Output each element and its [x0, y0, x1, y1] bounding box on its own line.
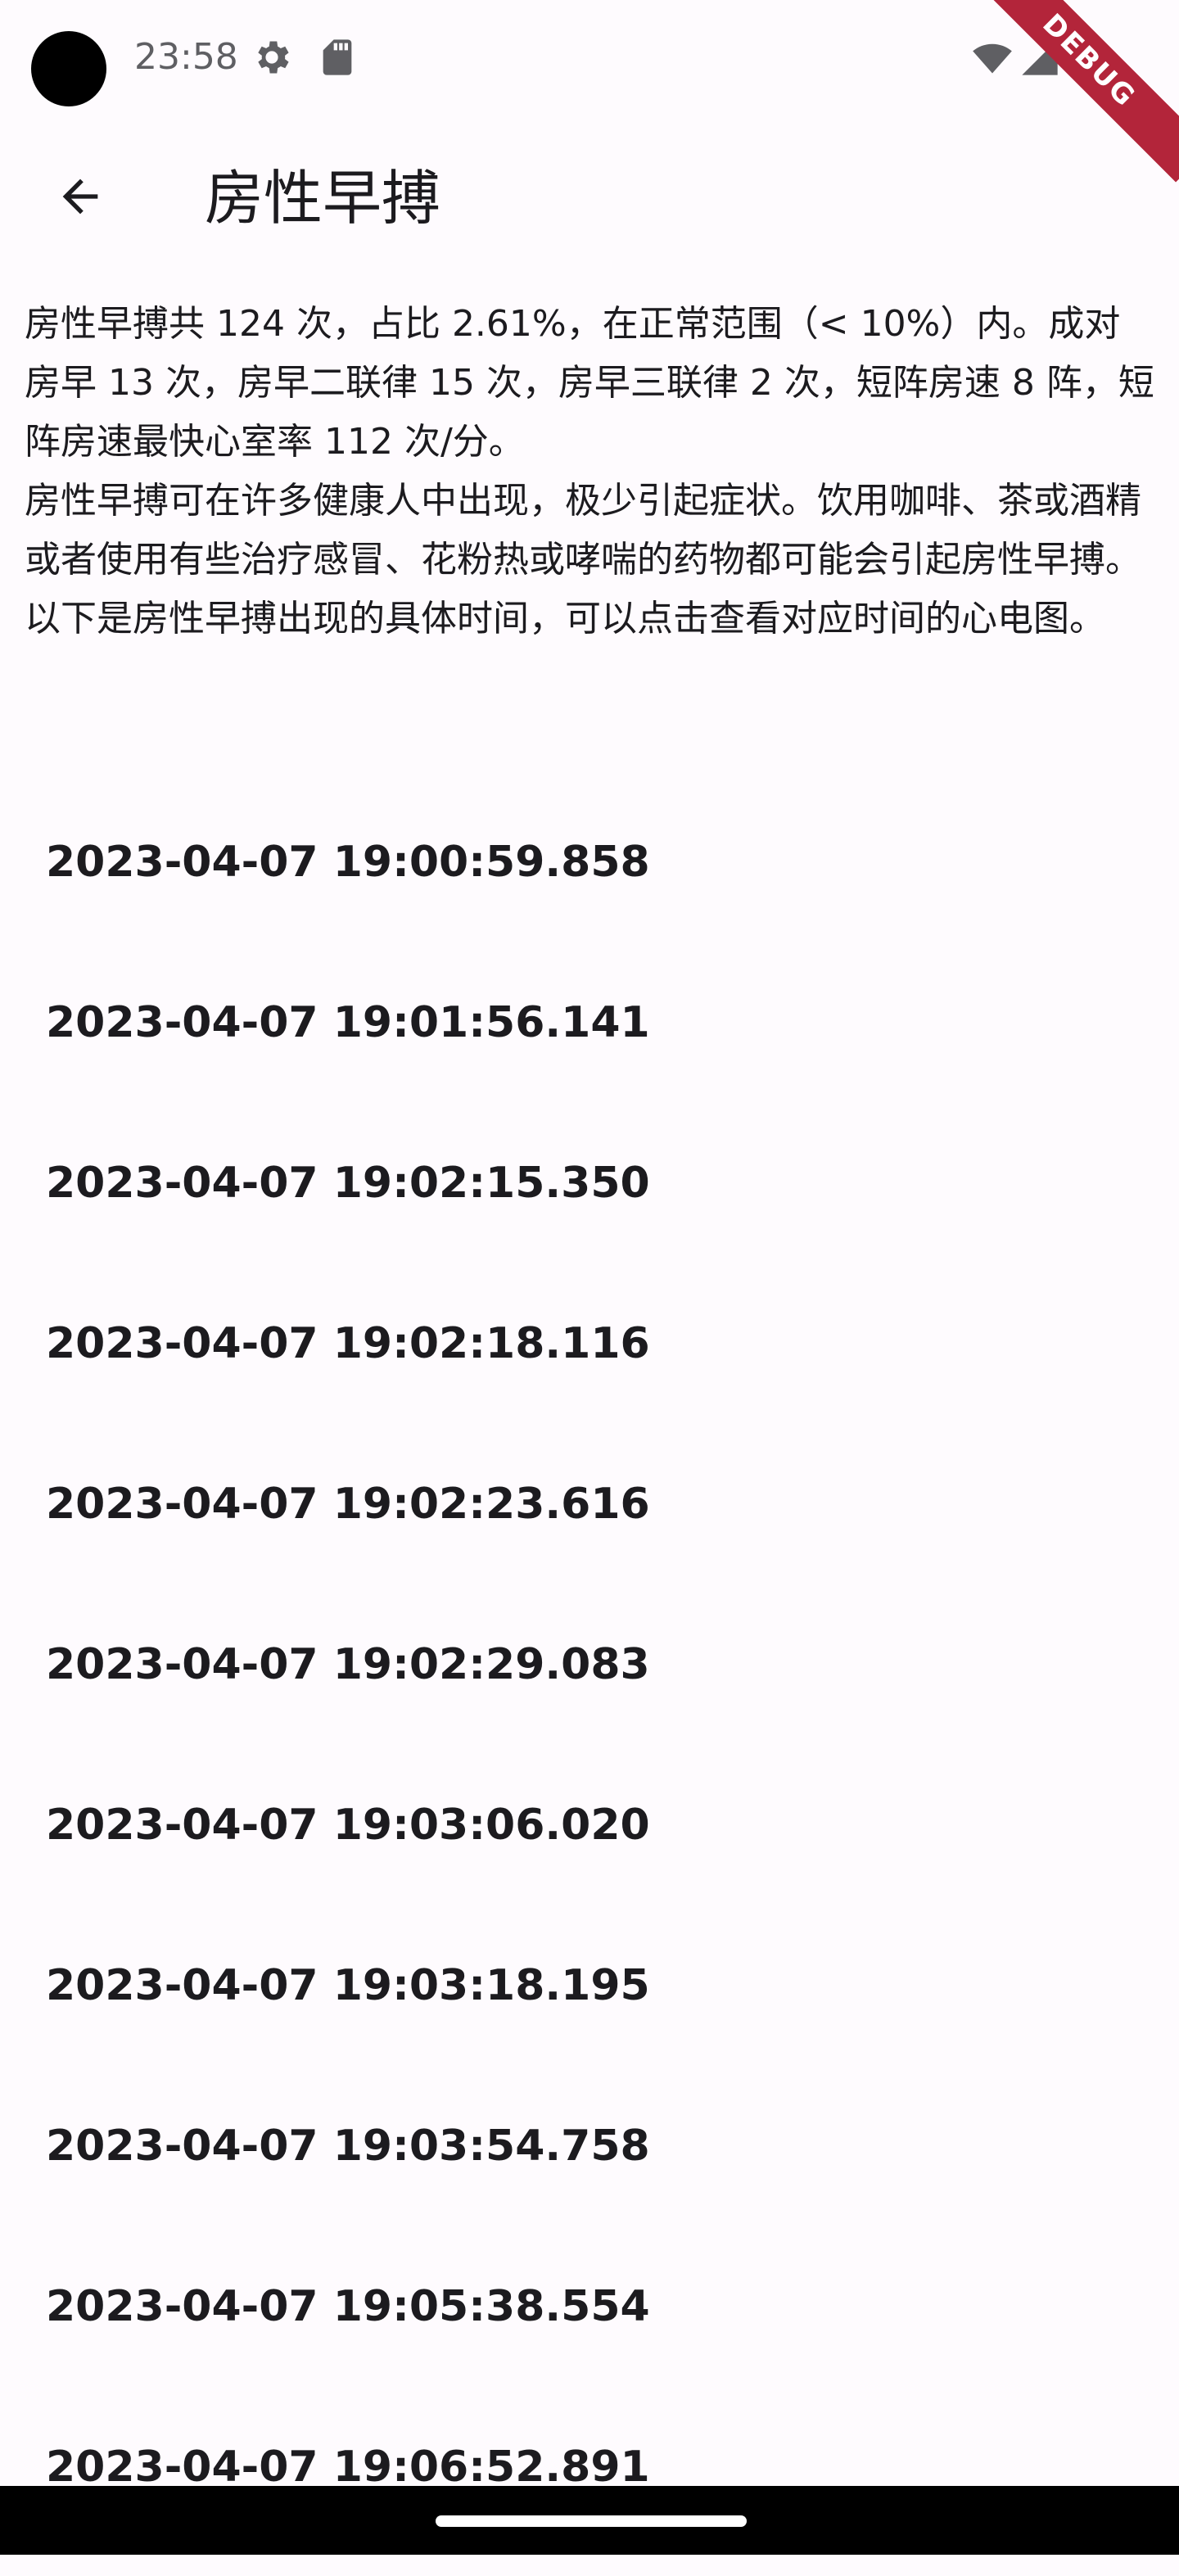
summary-instruction: 以下是房性早搏出现的具体时间，可以点击查看对应时间的心电图。 — [25, 598, 1105, 639]
time-list-item[interactable]: 2023-04-07 19:00:59.858 — [0, 811, 1179, 971]
time-label: 2023-04-07 19:03:06.020 — [46, 1801, 650, 1850]
sd-card-icon — [323, 39, 352, 75]
app-bar: 房性早搏 — [0, 115, 1179, 278]
status-bar: 23:58 DEBUG — [0, 0, 1179, 183]
time-list-item[interactable]: 2023-04-07 19:02:29.083 — [0, 1613, 1179, 1774]
home-indicator[interactable] — [436, 2515, 747, 2527]
navigation-bar — [0, 2486, 1179, 2555]
status-time: 23:58 — [134, 36, 238, 78]
time-label: 2023-04-07 19:02:29.083 — [46, 1640, 650, 1689]
time-label: 2023-04-07 19:00:59.858 — [46, 838, 650, 887]
back-button[interactable] — [39, 156, 121, 237]
time-label: 2023-04-07 19:03:54.758 — [46, 2122, 650, 2171]
arrow-back-icon — [62, 179, 98, 215]
camera-cutout — [31, 31, 106, 106]
time-label: 2023-04-07 19:05:38.554 — [46, 2282, 650, 2331]
time-label: 2023-04-07 19:01:56.141 — [46, 998, 650, 1047]
summary-description: 房性早搏可在许多健康人中出现，极少引起症状。饮用咖啡、茶或酒精或者使用有些治疗感… — [25, 480, 1141, 581]
time-label: 2023-04-07 19:02:23.616 — [46, 1480, 650, 1529]
time-list-item[interactable]: 2023-04-07 19:02:15.350 — [0, 1132, 1179, 1292]
summary-text: 房性早搏共 124 次，占比 2.61%，在正常范围（< 10%）内。成对房早 … — [25, 295, 1154, 649]
time-list-item[interactable]: 2023-04-07 19:01:56.141 — [0, 971, 1179, 1132]
time-list-item[interactable]: 2023-04-07 19:03:18.195 — [0, 1934, 1179, 2095]
page-title: 房性早搏 — [205, 164, 441, 233]
time-list-item[interactable]: 2023-04-07 19:05:38.554 — [0, 2255, 1179, 2416]
episode-time-list: 2023-04-07 19:00:59.858 2023-04-07 19:01… — [0, 811, 1179, 2576]
wifi-icon — [973, 43, 1012, 74]
time-list-item[interactable]: 2023-04-07 19:03:06.020 — [0, 1774, 1179, 1934]
time-label: 2023-04-07 19:03:18.195 — [46, 1961, 650, 2010]
time-list-item[interactable]: 2023-04-07 19:02:18.116 — [0, 1292, 1179, 1453]
time-list-item[interactable]: 2023-04-07 19:02:23.616 — [0, 1453, 1179, 1613]
settings-gear-icon — [258, 41, 289, 74]
time-label: 2023-04-07 19:02:18.116 — [46, 1319, 650, 1368]
time-list-item[interactable]: 2023-04-07 19:03:54.758 — [0, 2095, 1179, 2255]
time-label: 2023-04-07 19:02:15.350 — [46, 1159, 650, 1208]
summary-stats: 房性早搏共 124 次，占比 2.61%，在正常范围（< 10%）内。成对房早 … — [25, 303, 1154, 463]
